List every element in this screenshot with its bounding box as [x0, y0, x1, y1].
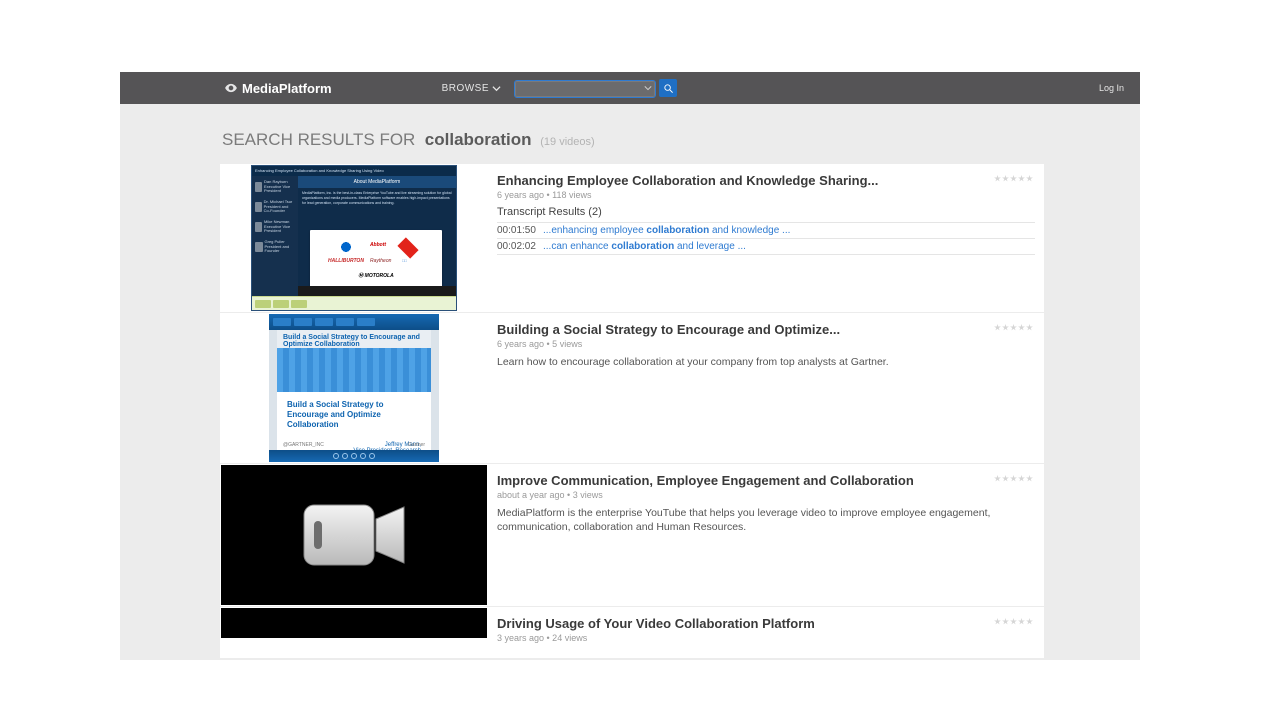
thumb1-blurb: MediaPlatform, Inc. is the best-in-class… — [298, 188, 456, 209]
search-icon — [663, 83, 674, 94]
brand-logo[interactable]: MediaPlatform — [224, 81, 332, 96]
result-sub: 6 years ago • 118 views — [497, 190, 1035, 200]
thumb2-corp: Gartner — [408, 442, 425, 448]
app-frame: MediaPlatform BROWSE Log In SEARCH RESUL… — [120, 72, 1140, 660]
transcript-text: ...can enhance collaboration and leverag… — [543, 241, 746, 252]
result-row[interactable]: Enhancing Employee Collaboration and Kno… — [220, 164, 1044, 313]
results-list: Enhancing Employee Collaboration and Kno… — [220, 164, 1044, 659]
rating-stars[interactable] — [994, 175, 1033, 182]
results-prefix: SEARCH RESULTS FOR — [222, 130, 415, 149]
results-term: collaboration — [425, 130, 532, 149]
result-desc: Learn how to encourage collaboration at … — [497, 355, 1035, 369]
transcript-table: 00:01:50 ...enhancing employee collabora… — [497, 222, 1035, 255]
results-count: (19 videos) — [540, 136, 594, 148]
header-bar: MediaPlatform BROWSE Log In — [120, 72, 1140, 104]
result-title[interactable]: Improve Communication, Employee Engageme… — [497, 473, 1035, 488]
thumbnail[interactable] — [221, 608, 487, 657]
search-group — [515, 79, 677, 98]
search-input[interactable] — [515, 81, 655, 97]
result-row[interactable]: Build a Social Strategy to Encourage and… — [220, 313, 1044, 464]
thumb1-header: About MediaPlatform — [298, 176, 456, 188]
thumbnail[interactable] — [221, 465, 487, 605]
eye-icon — [224, 81, 238, 95]
transcript-time: 00:02:02 — [497, 241, 543, 252]
result-sub: 3 years ago • 24 views — [497, 633, 1035, 643]
transcript-time: 00:01:50 — [497, 225, 543, 236]
thumb2-headline: Build a Social Strategy to Encourage and… — [287, 400, 421, 430]
chevron-down-icon — [492, 84, 501, 93]
rating-stars[interactable] — [994, 618, 1033, 625]
login-link[interactable]: Log In — [1099, 83, 1124, 93]
video-placeholder-icon — [294, 497, 414, 573]
thumb2-handle: @GARTNER_INC — [283, 442, 324, 448]
result-title[interactable]: Driving Usage of Your Video Collaboratio… — [497, 616, 1035, 631]
result-sub: 6 years ago • 5 views — [497, 339, 1035, 349]
transcript-row[interactable]: 00:02:02 ...can enhance collaboration an… — [497, 238, 1035, 255]
search-button[interactable] — [659, 79, 677, 97]
transcript-text: ...enhancing employee collaboration and … — [543, 225, 790, 236]
result-row[interactable]: Driving Usage of Your Video Collaboratio… — [220, 607, 1044, 659]
content-area: SEARCH RESULTS FOR collaboration (19 vid… — [120, 104, 1140, 659]
rating-stars[interactable] — [994, 324, 1033, 331]
logo-card: Abbott HALLIBURTON Raytheon □□ Ⓜ MOTOROL… — [310, 230, 442, 292]
results-heading: SEARCH RESULTS FOR collaboration (19 vid… — [222, 130, 1044, 150]
browse-label: BROWSE — [442, 83, 489, 94]
result-sub: about a year ago • 3 views — [497, 490, 1035, 500]
thumbnail[interactable]: Build a Social Strategy to Encourage and… — [221, 314, 487, 462]
transcript-header: Transcript Results (2) — [497, 206, 1035, 218]
result-title[interactable]: Building a Social Strategy to Encourage … — [497, 322, 1035, 337]
result-title[interactable]: Enhancing Employee Collaboration and Kno… — [497, 173, 1035, 188]
result-row[interactable]: Improve Communication, Employee Engageme… — [220, 464, 1044, 607]
brand-text: MediaPlatform — [242, 81, 332, 96]
browse-menu[interactable]: BROWSE — [442, 83, 501, 94]
transcript-row[interactable]: 00:01:50 ...enhancing employee collabora… — [497, 222, 1035, 238]
thumbnail[interactable]: Enhancing Employee Collaboration and Kno… — [221, 165, 487, 311]
result-desc: MediaPlatform is the enterprise YouTube … — [497, 506, 1035, 534]
rating-stars[interactable] — [994, 475, 1033, 482]
